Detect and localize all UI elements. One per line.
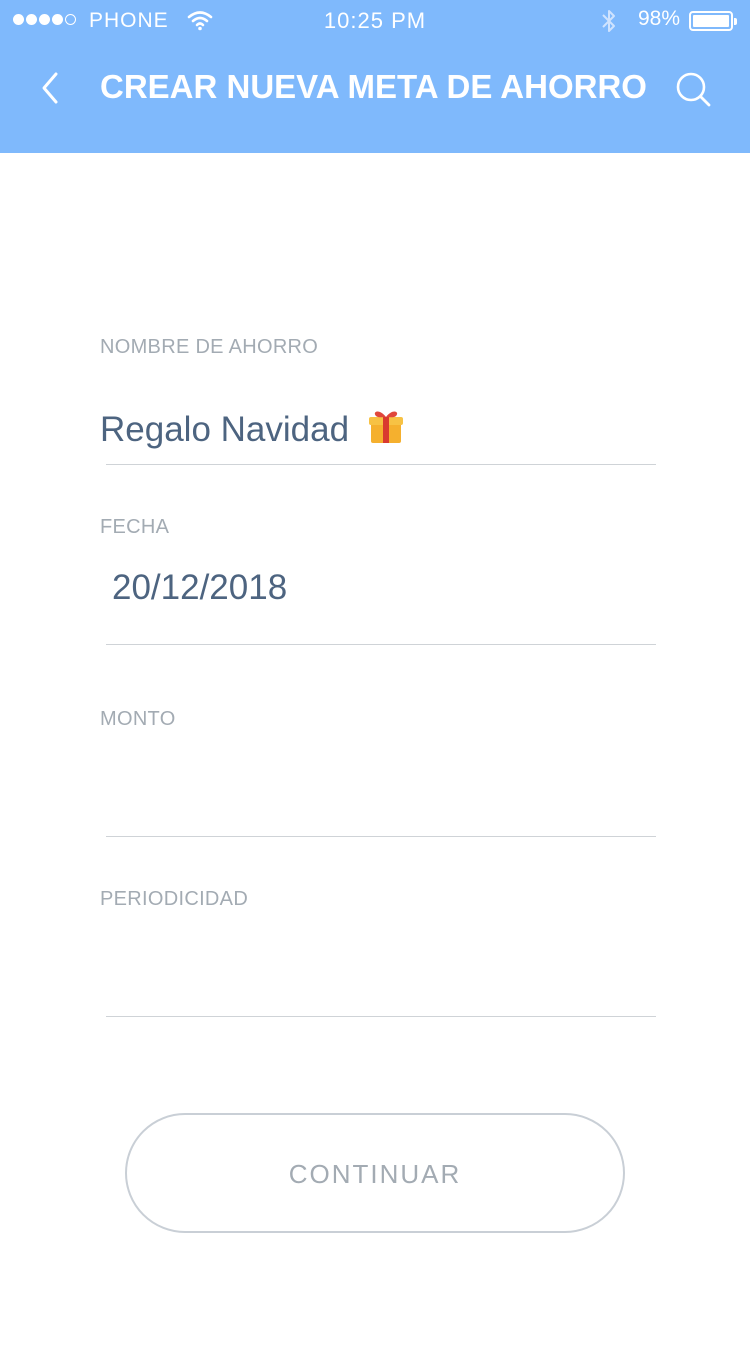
search-button[interactable] — [672, 68, 714, 110]
bluetooth-icon — [602, 10, 615, 32]
monto-label: MONTO — [100, 708, 176, 730]
chevron-left-icon — [42, 72, 58, 104]
periodicidad-label: PERIODICIDAD — [100, 888, 249, 910]
page-title: CREAR NUEVA META DE AHORRO — [100, 68, 647, 105]
battery-percent: 98% — [638, 7, 681, 30]
nombre-input[interactable] — [100, 400, 360, 460]
fecha-input[interactable] — [112, 558, 668, 618]
search-icon — [676, 72, 711, 107]
nombre-divider — [106, 464, 656, 465]
fecha-label: FECHA — [100, 516, 170, 538]
continue-button[interactable]: CONTINUAR — [125, 1113, 625, 1233]
nombre-label: NOMBRE DE AHORRO — [100, 336, 319, 358]
battery-icon — [689, 11, 737, 31]
monto-divider — [106, 836, 656, 837]
app-header: PHONE 10:25 PM 98% CREAR NUEVA META DE A… — [0, 0, 750, 153]
status-bar: PHONE 10:25 PM 98% — [0, 0, 750, 42]
monto-input[interactable] — [100, 760, 656, 820]
fecha-divider — [106, 644, 656, 645]
gift-icon — [369, 411, 403, 443]
periodicidad-input[interactable] — [100, 940, 656, 1000]
periodicidad-divider — [106, 1016, 656, 1017]
back-button[interactable] — [30, 66, 70, 110]
